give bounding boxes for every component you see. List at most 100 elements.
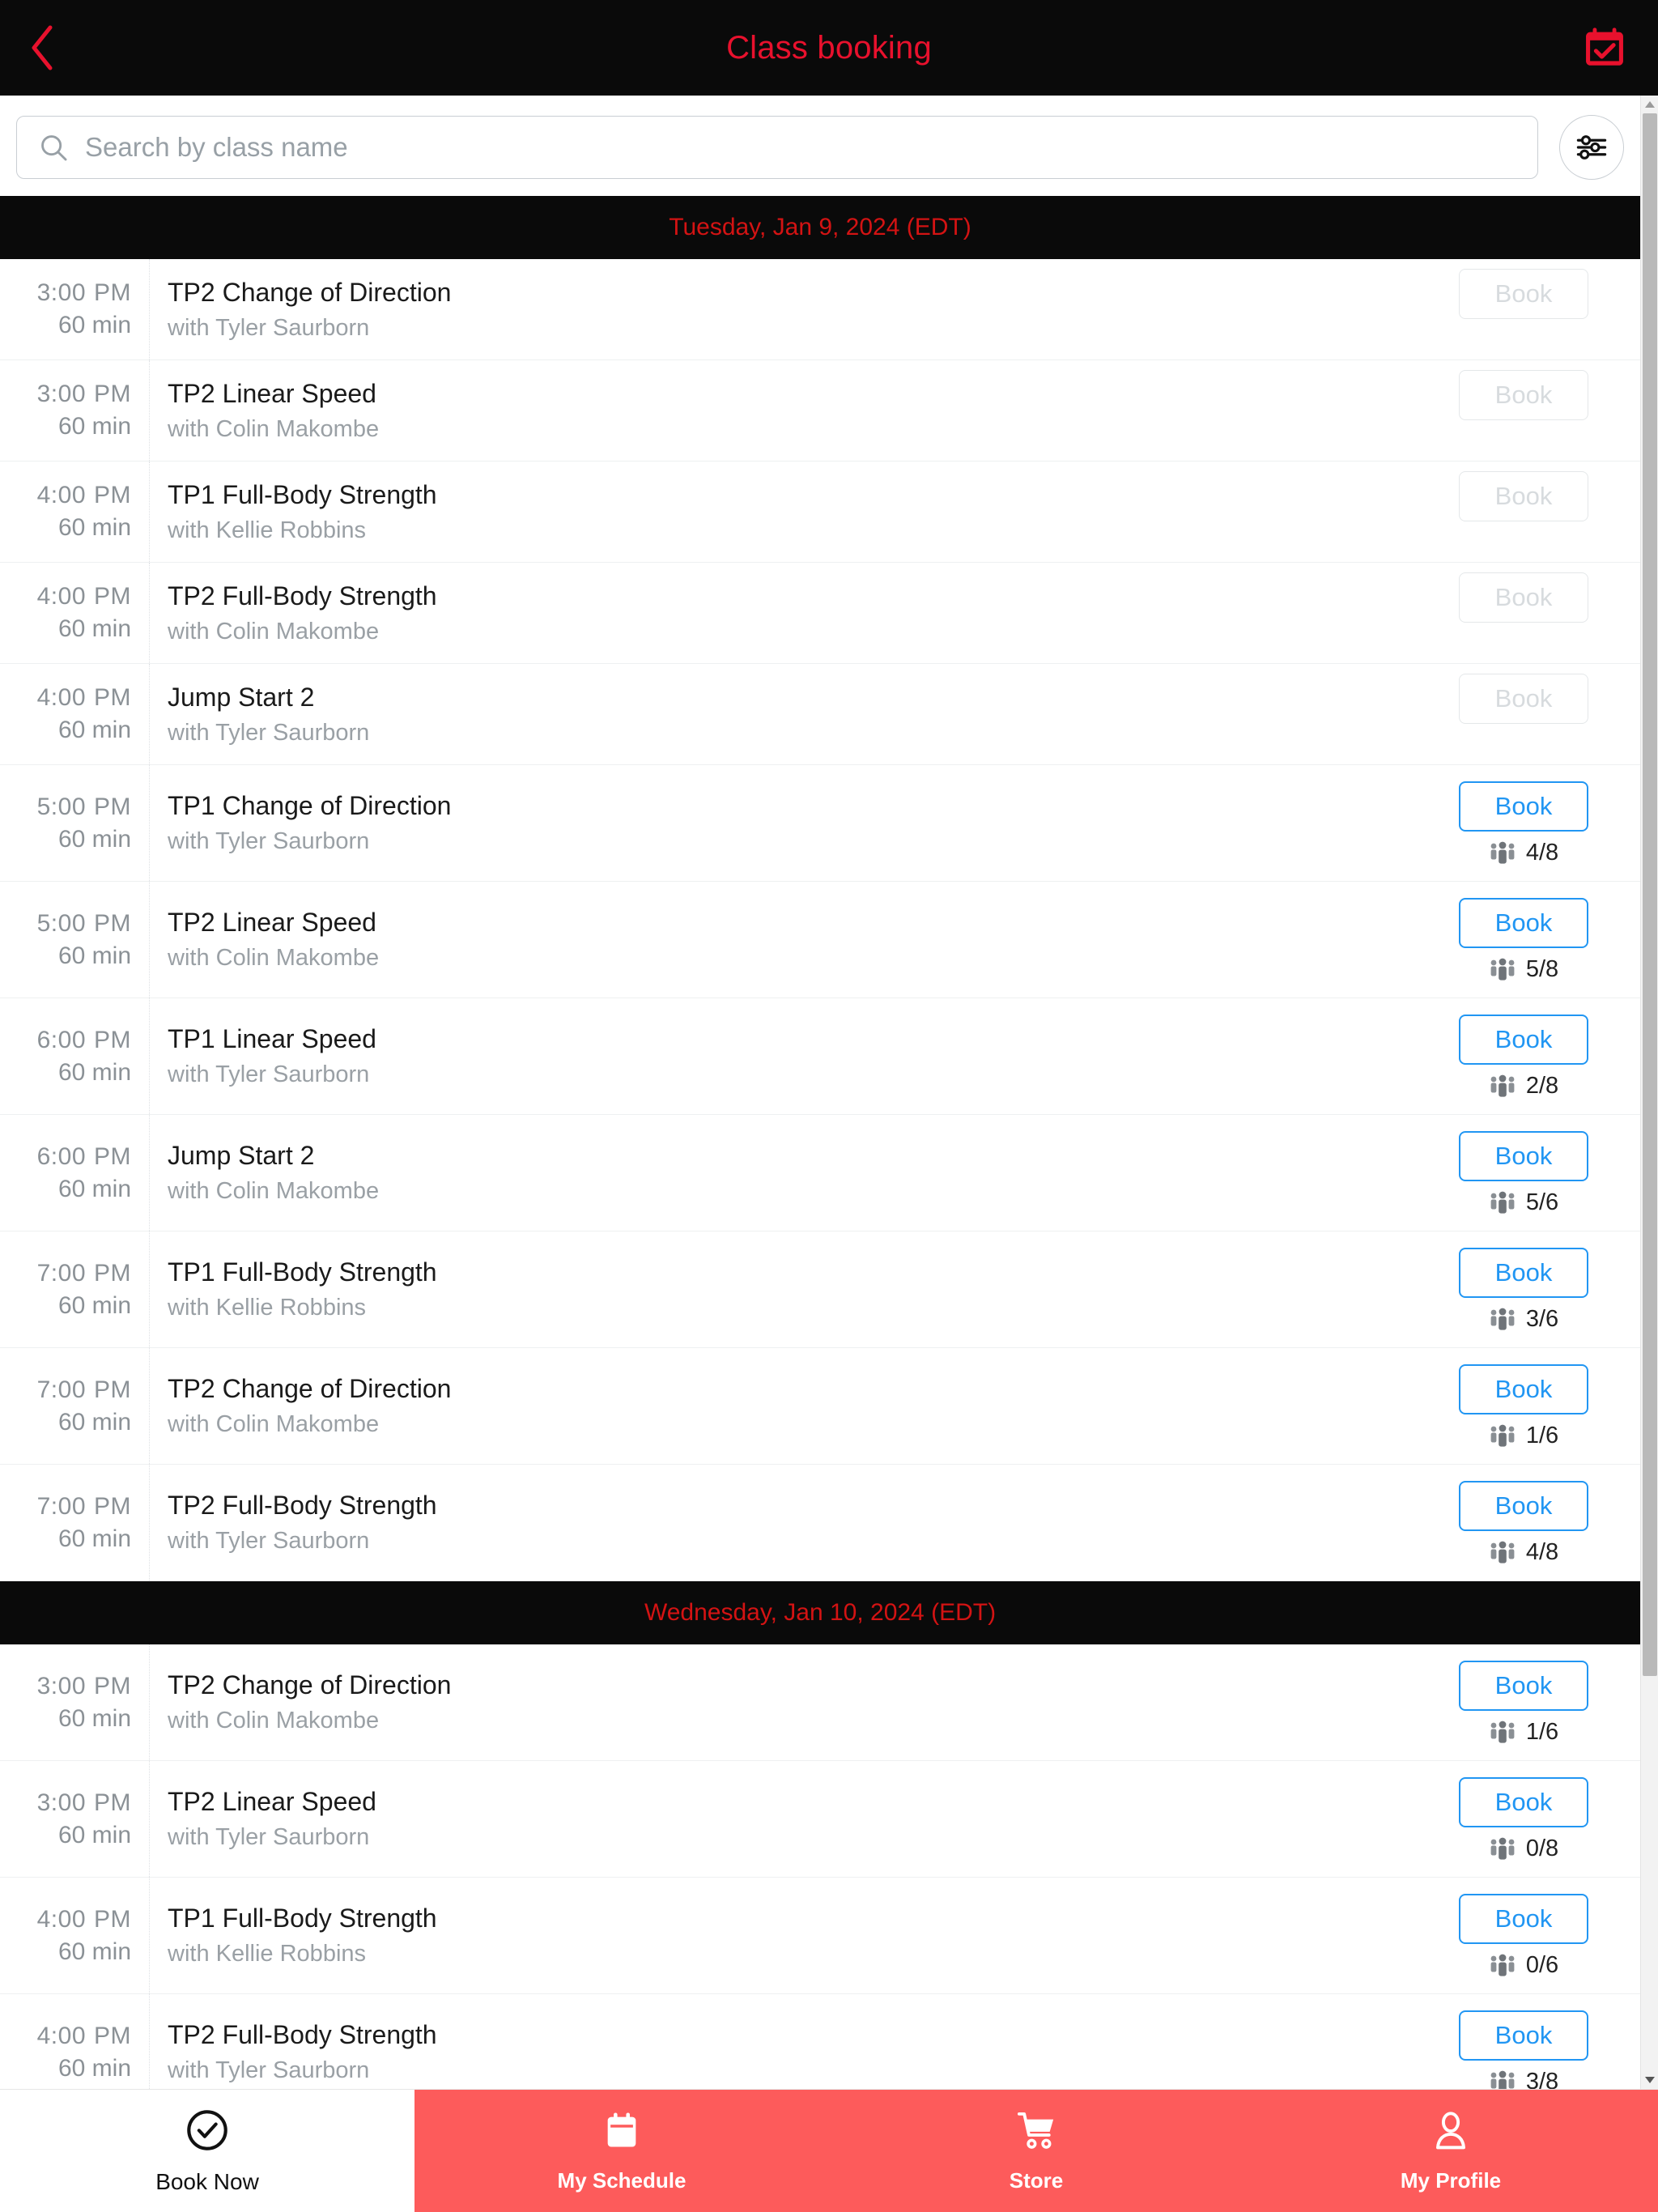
scroll-up-button[interactable]: [1641, 96, 1658, 113]
book-button[interactable]: Book: [1459, 2010, 1588, 2061]
class-row[interactable]: 4:00 PM 60 min TP1 Full-Body Strength with K…: [0, 462, 1640, 563]
class-time-ampm: PM: [94, 909, 131, 937]
user-icon-wrap: [1430, 2109, 1472, 2157]
class-action-column: Book: [1422, 259, 1640, 359]
class-time-ampm: PM: [94, 482, 131, 508]
class-time-ampm: PM: [94, 583, 131, 610]
class-action-column: Book 1/6: [1422, 1644, 1640, 1760]
class-action-column: Book: [1422, 462, 1640, 562]
book-button[interactable]: Book: [1459, 898, 1588, 948]
class-row[interactable]: 6:00 PM 60 min TP1 Linear Speed with Tyler S…: [0, 998, 1640, 1115]
class-name: TP2 Change of Direction: [168, 1374, 452, 1403]
class-time: 7:00 PM: [37, 1260, 131, 1287]
book-button[interactable]: Book: [1459, 1131, 1588, 1181]
day-header-label: Wednesday, Jan 10, 2024 (EDT): [644, 1599, 997, 1626]
class-coach: with Colin Makombe: [168, 945, 380, 971]
class-coach: with Tyler Saurborn: [168, 1061, 370, 1087]
class-time-value: 4:00: [36, 2022, 86, 2049]
class-time: 3:00 PM: [37, 381, 131, 408]
class-coach: with Tyler Saurborn: [168, 2057, 370, 2083]
class-time-column: 4:00 PM 60 min: [0, 1994, 150, 2089]
search-icon: [38, 132, 69, 163]
nav-item-store[interactable]: Store: [829, 2090, 1244, 2212]
class-row[interactable]: 4:00 PM 60 min Jump Start 2 with Tyler Saurb…: [0, 664, 1640, 765]
class-duration: 60 min: [57, 514, 131, 541]
class-info-column: TP1 Full-Body Strength with Kellie Robbin…: [150, 1878, 1422, 1993]
people-icon: [1490, 1074, 1515, 1097]
calendar-button[interactable]: [1579, 22, 1630, 74]
class-capacity-text: 5/6: [1525, 1189, 1559, 1215]
class-duration: 60 min: [57, 1525, 131, 1552]
class-booking-screen: Class booking Search by class name Tuesd…: [0, 0, 1658, 2212]
day-header-label: Tuesday, Jan 9, 2024 (EDT): [669, 214, 971, 240]
class-capacity: 5/8: [1489, 956, 1558, 983]
class-row[interactable]: 7:00 PM 60 min TP2 Change of Direction with …: [0, 1348, 1640, 1465]
class-name: TP2 Linear Speed: [168, 378, 376, 408]
scroll-down-button[interactable]: [1641, 2071, 1658, 2089]
class-time-column: 3:00 PM 60 min: [0, 1761, 150, 1877]
class-row[interactable]: 6:00 PM 60 min Jump Start 2 with Colin Makom…: [0, 1115, 1640, 1231]
nav-item-my-profile[interactable]: My Profile: [1244, 2090, 1658, 2212]
class-capacity-text: 4/8: [1525, 840, 1559, 866]
book-button[interactable]: Book: [1459, 1015, 1588, 1065]
class-capacity: 4/8: [1489, 1539, 1558, 1566]
book-button[interactable]: Book: [1459, 1894, 1588, 1944]
nav-item-book-now[interactable]: Book Now: [0, 2090, 414, 2212]
calendar-icon-wrap: [601, 2109, 643, 2157]
nav-item-my-schedule[interactable]: My Schedule: [414, 2090, 829, 2212]
class-time: 4:00 PM: [37, 684, 131, 712]
class-row[interactable]: 4:00 PM 60 min TP2 Full-Body Strength with T…: [0, 1994, 1640, 2089]
class-duration: 60 min: [57, 2054, 131, 2082]
class-row[interactable]: 7:00 PM 60 min TP2 Full-Body Strength with T…: [0, 1465, 1640, 1581]
class-row[interactable]: 3:00 PM 60 min TP2 Change of Direction with …: [0, 259, 1640, 360]
class-name: TP2 Full-Body Strength: [168, 2020, 437, 2049]
bottom-navigation: Book Now My Schedule Store My Profile: [0, 2089, 1658, 2212]
book-button[interactable]: Book: [1459, 1248, 1588, 1298]
class-row[interactable]: 3:00 PM 60 min TP2 Linear Speed with Colin M…: [0, 360, 1640, 462]
class-row[interactable]: 5:00 PM 60 min TP1 Change of Direction with …: [0, 765, 1640, 882]
scrollbar-thumb[interactable]: [1643, 113, 1657, 1676]
class-time-column: 4:00 PM 60 min: [0, 1878, 150, 1993]
chevron-left-icon: [32, 25, 53, 70]
class-time-column: 4:00 PM 60 min: [0, 563, 150, 663]
class-coach: with Colin Makombe: [168, 415, 380, 442]
book-button[interactable]: Book: [1459, 1661, 1588, 1711]
back-button[interactable]: [28, 19, 76, 76]
class-coach: with Colin Makombe: [168, 618, 380, 644]
book-button[interactable]: Book: [1459, 1481, 1588, 1531]
class-row[interactable]: 3:00 PM 60 min TP2 Linear Speed with Tyler S…: [0, 1761, 1640, 1878]
class-name: TP1 Full-Body Strength: [168, 479, 437, 509]
book-button[interactable]: Book: [1459, 781, 1588, 832]
class-duration: 60 min: [57, 942, 131, 969]
book-button[interactable]: Book: [1459, 1364, 1588, 1414]
class-row[interactable]: 7:00 PM 60 min TP1 Full-Body Strength with K…: [0, 1231, 1640, 1348]
nav-item-label: My Schedule: [557, 2167, 687, 2193]
class-row[interactable]: 4:00 PM 60 min TP2 Full-Body Strength with C…: [0, 563, 1640, 664]
class-row[interactable]: 3:00 PM 60 min TP2 Change of Direction with …: [0, 1644, 1640, 1761]
people-icon: [1490, 1721, 1515, 1743]
nav-item-label: Store: [1009, 2167, 1064, 2193]
class-row[interactable]: 4:00 PM 60 min TP1 Full-Body Strength with K…: [0, 1878, 1640, 1994]
class-time-value: 3:00: [36, 381, 86, 407]
class-time-ampm: PM: [94, 1376, 131, 1403]
filter-button[interactable]: [1559, 115, 1624, 180]
class-time-ampm: PM: [94, 1672, 131, 1699]
people-icon: [1490, 1541, 1515, 1563]
search-row: Search by class name: [0, 96, 1640, 196]
book-button: Book: [1459, 674, 1588, 724]
class-name: Jump Start 2: [168, 1141, 315, 1170]
class-coach: with Tyler Saurborn: [168, 828, 370, 854]
vertical-scrollbar[interactable]: [1640, 96, 1658, 2089]
class-name: TP2 Change of Direction: [168, 1670, 452, 1699]
class-time-value: 5:00: [36, 909, 86, 937]
class-action-column: Book 0/6: [1422, 1878, 1640, 1993]
book-button[interactable]: Book: [1459, 1777, 1588, 1827]
check-circle-icon-wrap: [184, 2107, 231, 2158]
search-input[interactable]: Search by class name: [16, 116, 1538, 179]
class-capacity: 1/6: [1489, 1719, 1558, 1746]
class-time-column: 3:00 PM 60 min: [0, 360, 150, 461]
day-header: Tuesday, Jan 9, 2024 (EDT): [0, 196, 1640, 259]
class-time: 7:00 PM: [37, 1376, 131, 1404]
class-duration: 60 min: [57, 413, 131, 440]
class-row[interactable]: 5:00 PM 60 min TP2 Linear Speed with Colin M…: [0, 882, 1640, 998]
